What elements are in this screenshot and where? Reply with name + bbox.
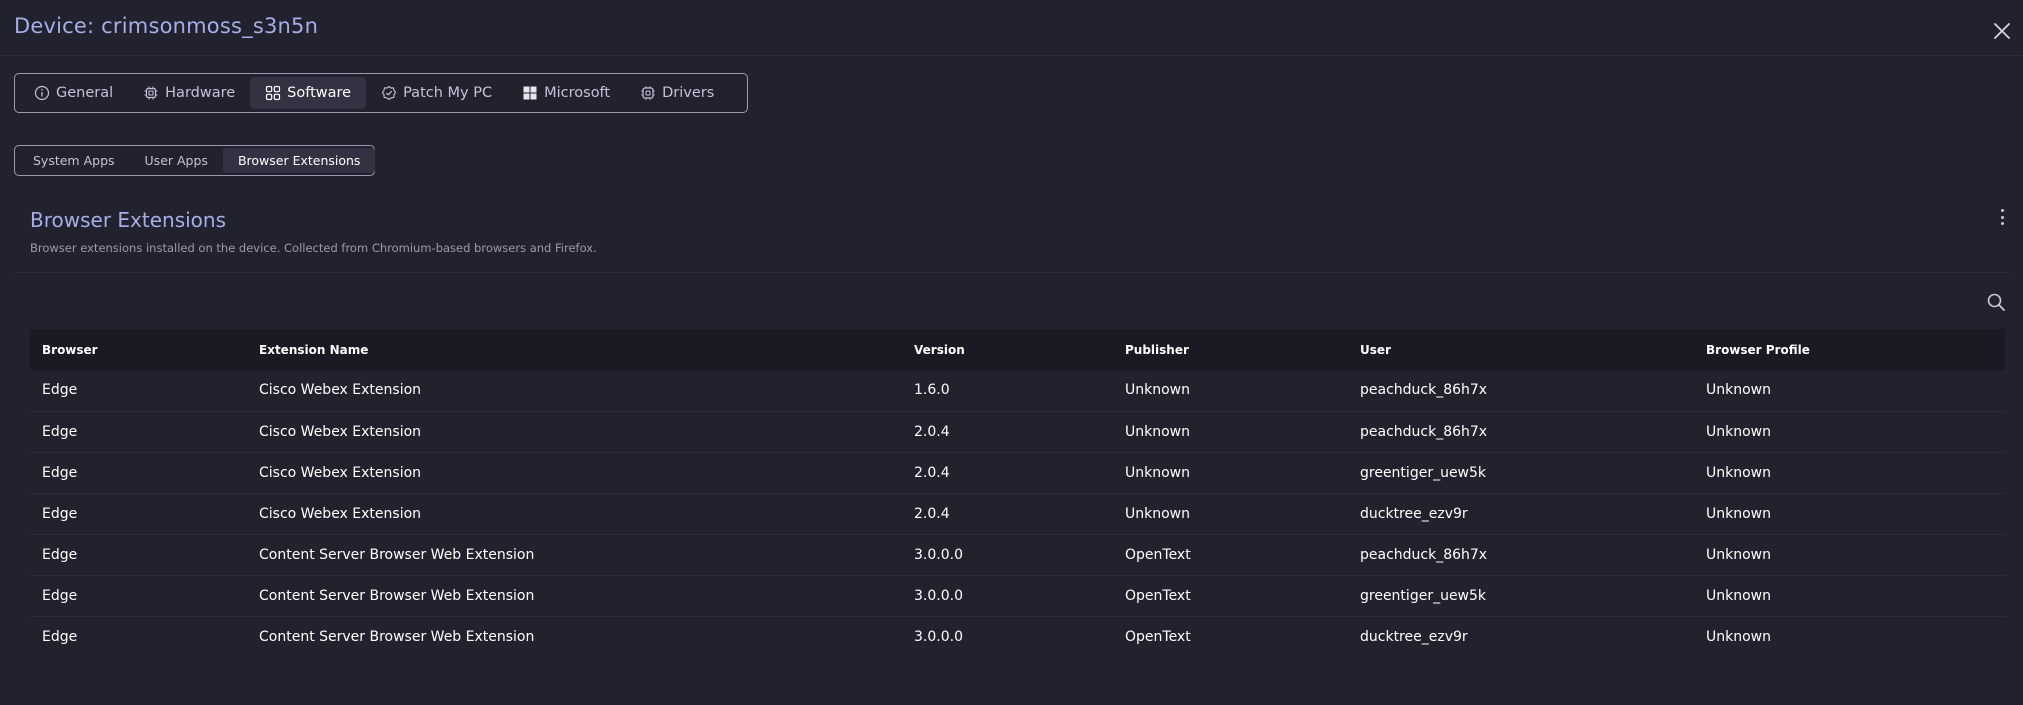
main-tab-bar: General Hardware Software Patch My PC Mi… <box>14 73 748 113</box>
cell-browser: Edge <box>30 452 247 494</box>
cell-version: 2.0.4 <box>902 493 1113 535</box>
cell-user: greentiger_uew5k <box>1348 452 1694 494</box>
table-row[interactable]: Edge Cisco Webex Extension 2.0.4 Unknown… <box>30 493 2005 535</box>
column-header-extension-name[interactable]: Extension Name <box>247 329 902 370</box>
table-row[interactable]: Edge Content Server Browser Web Extensio… <box>30 575 2005 617</box>
cell-browser-profile: Unknown <box>1694 370 2005 412</box>
table-header-row: Browser Extension Name Version Publisher… <box>30 329 2005 370</box>
cell-browser-profile: Unknown <box>1694 493 2005 535</box>
tab-drivers-label: Drivers <box>662 85 715 101</box>
tab-software[interactable]: Software <box>250 77 367 109</box>
tab-general-label: General <box>56 85 114 101</box>
cell-version: 1.6.0 <box>902 370 1113 412</box>
kebab-dot <box>2000 222 2004 225</box>
cell-browser-profile: Unknown <box>1694 411 2005 453</box>
cell-user: peachduck_86h7x <box>1348 370 1694 412</box>
subtab-user-apps[interactable]: User Apps <box>130 148 223 173</box>
cell-version: 3.0.0.0 <box>914 628 963 645</box>
cell-browser: Edge <box>30 493 247 535</box>
tab-patch-my-pc[interactable]: Patch My PC <box>366 77 507 109</box>
more-options-button[interactable] <box>1998 206 2006 228</box>
table-row[interactable]: Edge Cisco Webex Extension 1.6.0 Unknown… <box>30 370 2005 412</box>
column-header-browser[interactable]: Browser <box>30 329 247 370</box>
cell-extension-name: Content Server Browser Web Extension <box>259 628 535 645</box>
cell-version: 3.0.0.0 <box>902 575 1113 617</box>
cell-browser-profile: Unknown <box>1694 534 2005 576</box>
search-icon <box>1987 293 2005 311</box>
section-divider <box>14 272 2009 273</box>
cell-user: peachduck_86h7x <box>1348 411 1694 453</box>
table-row[interactable]: Edge Content Server Browser Web Extensio… <box>30 534 2005 576</box>
cell-browser: Edge <box>42 628 78 645</box>
apps-grid-icon <box>265 85 281 101</box>
driver-icon <box>640 85 656 101</box>
cell-browser: Edge <box>30 534 247 576</box>
subtab-system-apps[interactable]: System Apps <box>18 148 130 173</box>
cell-publisher: Unknown <box>1113 370 1348 412</box>
table-row[interactable]: Edge Cisco Webex Extension 2.0.4 Unknown… <box>30 452 2005 494</box>
cell-publisher: Unknown <box>1113 411 1348 453</box>
windows-icon <box>522 85 538 101</box>
cell-version: 2.0.4 <box>902 411 1113 453</box>
cell-publisher: OpenText <box>1113 534 1348 576</box>
cell-publisher: Unknown <box>1113 493 1348 535</box>
cell-user: ducktree_ezv9r <box>1360 628 1468 645</box>
cell-browser-profile: Unknown <box>1694 452 2005 494</box>
subtab-browser-extensions[interactable]: Browser Extensions <box>222 148 376 173</box>
cell-extension-name: Cisco Webex Extension <box>247 411 902 453</box>
info-icon <box>34 85 50 101</box>
search-button[interactable] <box>1986 292 2006 312</box>
column-header-version[interactable]: Version <box>902 329 1113 370</box>
cell-user: ducktree_ezv9r <box>1348 493 1694 535</box>
cell-publisher: Unknown <box>1113 452 1348 494</box>
patch-icon <box>381 85 397 101</box>
column-header-browser-profile[interactable]: Browser Profile <box>1694 329 2005 370</box>
table-row[interactable]: Edge Cisco Webex Extension 2.0.4 Unknown… <box>30 411 2005 453</box>
cell-browser: Edge <box>30 370 247 412</box>
tab-general[interactable]: General <box>19 77 128 109</box>
cell-user: greentiger_uew5k <box>1348 575 1694 617</box>
tab-patch-my-pc-label: Patch My PC <box>403 85 493 101</box>
column-header-publisher[interactable]: Publisher <box>1113 329 1348 370</box>
cell-extension-name: Cisco Webex Extension <box>247 370 902 412</box>
chip-icon <box>143 85 159 101</box>
device-title: Device: crimsonmoss_s3n5n <box>14 14 319 38</box>
tab-hardware-label: Hardware <box>165 85 236 101</box>
close-icon <box>1994 23 2010 39</box>
cell-extension-name: Content Server Browser Web Extension <box>247 534 902 576</box>
kebab-dot <box>2000 209 2004 212</box>
cell-extension-name: Cisco Webex Extension <box>247 452 902 494</box>
section-description: Browser extensions installed on the devi… <box>30 241 597 255</box>
cell-extension-name: Cisco Webex Extension <box>247 493 902 535</box>
extensions-table: Browser Extension Name Version Publisher… <box>30 329 2005 657</box>
cell-version: 2.0.4 <box>902 452 1113 494</box>
cell-browser: Edge <box>30 411 247 453</box>
close-button[interactable] <box>1991 20 2013 42</box>
tab-microsoft-label: Microsoft <box>544 85 611 101</box>
column-header-user[interactable]: User <box>1348 329 1694 370</box>
tab-software-label: Software <box>287 85 352 101</box>
cell-publisher: OpenText <box>1125 628 1191 645</box>
cell-browser: Edge <box>30 575 247 617</box>
table-row[interactable]: Edge Content Server Browser Web Extensio… <box>30 616 2005 657</box>
cell-publisher: OpenText <box>1113 575 1348 617</box>
tab-drivers[interactable]: Drivers <box>625 77 729 109</box>
cell-extension-name: Content Server Browser Web Extension <box>247 575 902 617</box>
cell-user: peachduck_86h7x <box>1348 534 1694 576</box>
section-title: Browser Extensions <box>30 208 227 232</box>
tab-microsoft[interactable]: Microsoft <box>507 77 625 109</box>
cell-browser-profile: Unknown <box>1706 628 1771 645</box>
cell-browser-profile: Unknown <box>1694 575 2005 617</box>
kebab-dot <box>2000 215 2004 219</box>
tab-hardware[interactable]: Hardware <box>128 77 250 109</box>
sub-tab-bar: System Apps User Apps Browser Extensions <box>14 145 376 176</box>
modal-header: Device: crimsonmoss_s3n5n <box>0 0 2023 56</box>
cell-version: 3.0.0.0 <box>902 534 1113 576</box>
